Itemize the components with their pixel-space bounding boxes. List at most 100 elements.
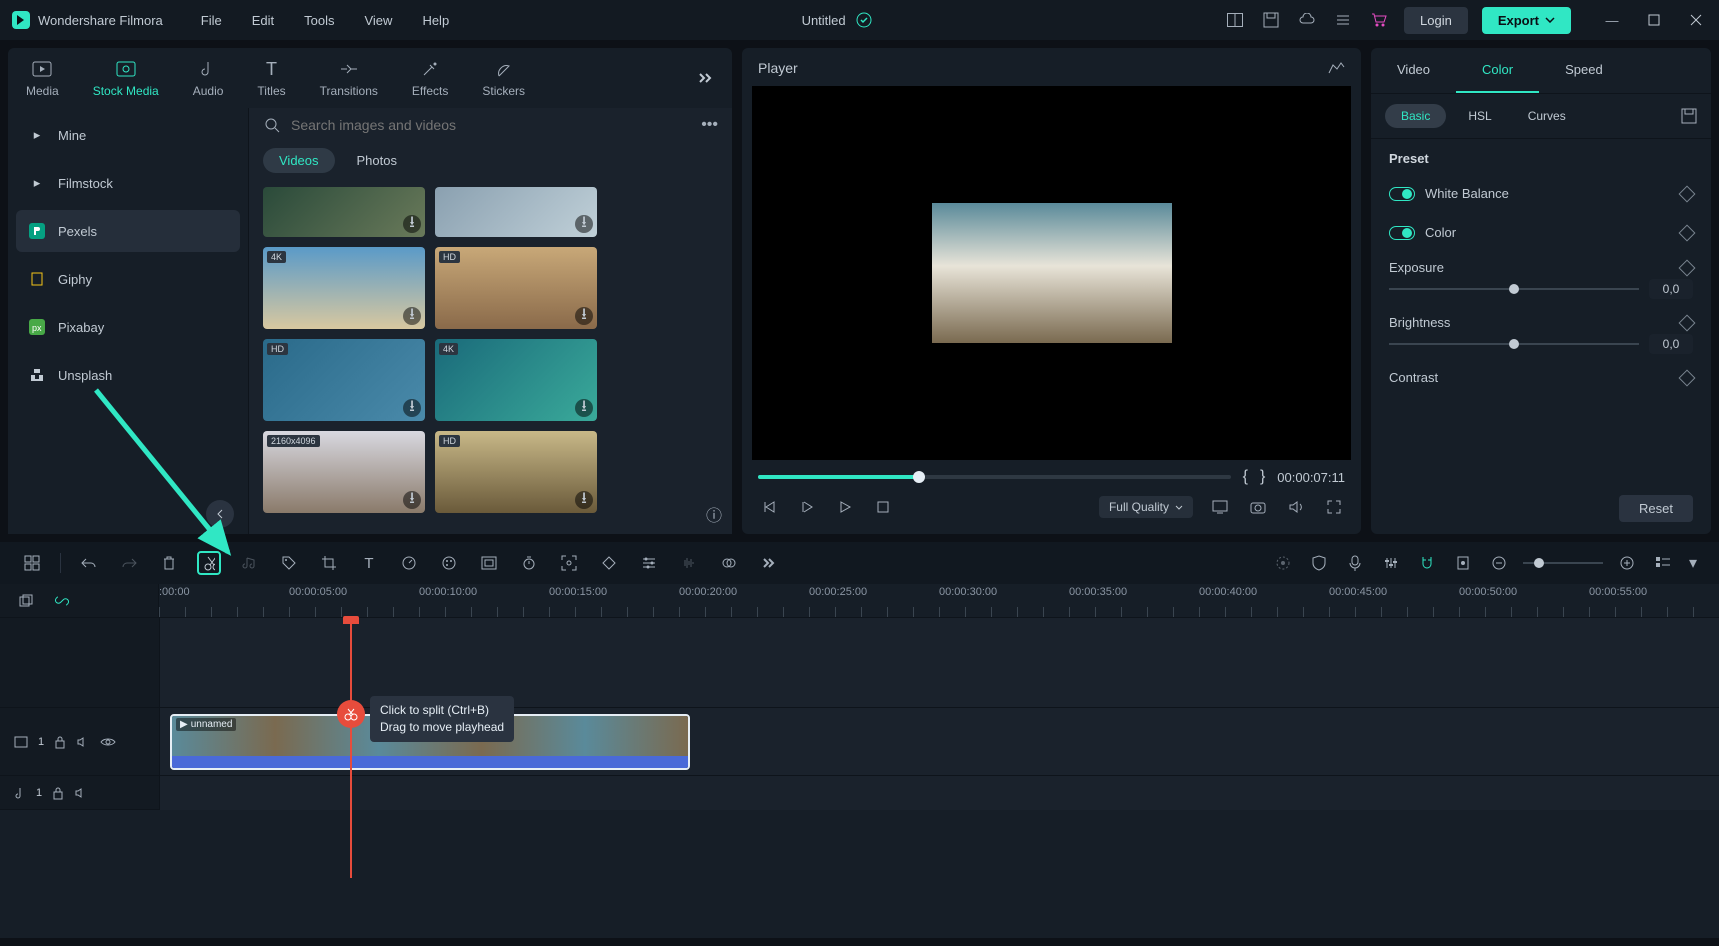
media-tab-videos[interactable]: Videos — [263, 148, 335, 173]
text-icon[interactable]: T — [357, 551, 381, 575]
cloud-icon[interactable] — [1296, 9, 1318, 31]
login-button[interactable]: Login — [1404, 7, 1468, 34]
audio-track[interactable] — [160, 776, 1719, 810]
tab-media[interactable]: Media — [26, 58, 59, 98]
expand-tabs-icon[interactable] — [698, 72, 714, 84]
record-icon[interactable] — [1271, 551, 1295, 575]
exposure-slider[interactable] — [1389, 288, 1639, 290]
brightness-slider[interactable] — [1389, 343, 1639, 345]
music-icon[interactable] — [237, 551, 261, 575]
source-giphy[interactable]: Giphy — [16, 258, 240, 300]
tab-effects[interactable]: Effects — [412, 58, 448, 98]
magnet-icon[interactable] — [1415, 551, 1439, 575]
keyframe-icon[interactable] — [597, 551, 621, 575]
prop-tab-video[interactable]: Video — [1371, 48, 1456, 93]
timer-icon[interactable] — [517, 551, 541, 575]
save-icon[interactable] — [1260, 9, 1282, 31]
download-icon[interactable]: ⭳ — [575, 307, 593, 325]
stock-thumb[interactable]: HD⭳ — [435, 247, 597, 329]
prev-frame-icon[interactable] — [758, 496, 780, 518]
keyframe-icon[interactable] — [1679, 314, 1696, 331]
view-options-icon[interactable] — [1651, 551, 1675, 575]
keyframe-icon[interactable] — [1679, 259, 1696, 276]
stock-thumb[interactable]: 4K⭳ — [435, 339, 597, 421]
mute-icon[interactable] — [76, 736, 90, 748]
source-pixabay[interactable]: pxPixabay — [16, 306, 240, 348]
subtab-hsl[interactable]: HSL — [1454, 104, 1505, 128]
crop-icon[interactable] — [317, 551, 341, 575]
close-icon[interactable] — [1685, 9, 1707, 31]
mark-in-icon[interactable]: { — [1243, 468, 1248, 486]
redo-icon[interactable] — [117, 551, 141, 575]
color-toggle[interactable] — [1389, 226, 1415, 240]
download-icon[interactable]: ⭳ — [575, 399, 593, 417]
tab-stock-media[interactable]: Stock Media — [93, 58, 159, 98]
tag-icon[interactable] — [277, 551, 301, 575]
more-tools-icon[interactable] — [757, 551, 781, 575]
zoom-out-icon[interactable] — [1487, 551, 1511, 575]
graph-icon[interactable] — [1327, 61, 1345, 75]
tab-transitions[interactable]: Transitions — [320, 58, 378, 98]
marker-icon[interactable] — [1451, 551, 1475, 575]
menu-file[interactable]: File — [201, 13, 222, 28]
step-back-icon[interactable] — [796, 496, 818, 518]
stock-thumb[interactable]: ⭳ — [263, 187, 425, 237]
exposure-value[interactable]: 0,0 — [1649, 279, 1693, 299]
download-icon[interactable]: ⭳ — [403, 307, 421, 325]
reset-button[interactable]: Reset — [1619, 495, 1693, 522]
focus-icon[interactable] — [557, 551, 581, 575]
source-mine[interactable]: ▸Mine — [16, 114, 240, 156]
layout-icon[interactable] — [1224, 9, 1246, 31]
info-icon[interactable]: ⓘ — [706, 502, 722, 526]
snapshot-icon[interactable] — [1247, 496, 1269, 518]
sliders-icon[interactable] — [637, 551, 661, 575]
split-icon[interactable] — [197, 551, 221, 575]
link-icon[interactable] — [50, 589, 74, 613]
subtab-basic[interactable]: Basic — [1385, 104, 1446, 128]
visible-icon[interactable] — [100, 737, 116, 747]
stock-thumb[interactable]: ⭳ — [435, 187, 597, 237]
player-viewport[interactable] — [752, 86, 1351, 460]
mixer-icon[interactable] — [1379, 551, 1403, 575]
download-icon[interactable]: ⭳ — [403, 399, 421, 417]
wave-icon[interactable] — [677, 551, 701, 575]
export-button[interactable]: Export — [1482, 7, 1571, 34]
lock-icon[interactable] — [52, 786, 64, 800]
stock-thumb[interactable]: HD⭳ — [435, 431, 597, 513]
copy-track-icon[interactable] — [14, 589, 38, 613]
mix-icon[interactable] — [717, 551, 741, 575]
zoom-in-icon[interactable] — [1615, 551, 1639, 575]
color-icon[interactable] — [437, 551, 461, 575]
prop-tab-speed[interactable]: Speed — [1539, 48, 1629, 93]
player-progress[interactable] — [758, 475, 1231, 479]
keyframe-icon[interactable] — [1679, 369, 1696, 386]
lock-icon[interactable] — [54, 735, 66, 749]
download-icon[interactable]: ⭳ — [575, 491, 593, 509]
play-icon[interactable] — [834, 496, 856, 518]
fullscreen-icon[interactable] — [1323, 496, 1345, 518]
menu-view[interactable]: View — [364, 13, 392, 28]
tab-stickers[interactable]: Stickers — [482, 58, 525, 98]
cart-icon[interactable] — [1368, 9, 1390, 31]
source-unsplash[interactable]: Unsplash — [16, 354, 240, 396]
menu-edit[interactable]: Edit — [252, 13, 274, 28]
mark-out-icon[interactable]: } — [1260, 468, 1265, 486]
tab-audio[interactable]: Audio — [193, 58, 224, 98]
delete-icon[interactable] — [157, 551, 181, 575]
media-tab-photos[interactable]: Photos — [341, 148, 413, 173]
volume-icon[interactable] — [1285, 496, 1307, 518]
stock-thumb[interactable]: 2160x4096⭳ — [263, 431, 425, 513]
more-icon[interactable]: ••• — [701, 116, 718, 134]
mic-icon[interactable] — [1343, 551, 1367, 575]
download-icon[interactable]: ⭳ — [403, 215, 421, 233]
download-icon[interactable]: ⭳ — [403, 491, 421, 509]
white-balance-toggle[interactable] — [1389, 187, 1415, 201]
mute-icon[interactable] — [74, 787, 88, 799]
tab-titles[interactable]: TTitles — [257, 58, 285, 98]
shield-icon[interactable] — [1307, 551, 1331, 575]
timeline-ruler[interactable]: :00:0000:00:05:0000:00:10:0000:00:15:000… — [159, 584, 1719, 617]
minimize-icon[interactable]: — — [1601, 9, 1623, 31]
chevron-down-icon[interactable]: ▾ — [1687, 551, 1699, 575]
keyframe-icon[interactable] — [1679, 185, 1696, 202]
download-icon[interactable]: ⭳ — [575, 215, 593, 233]
